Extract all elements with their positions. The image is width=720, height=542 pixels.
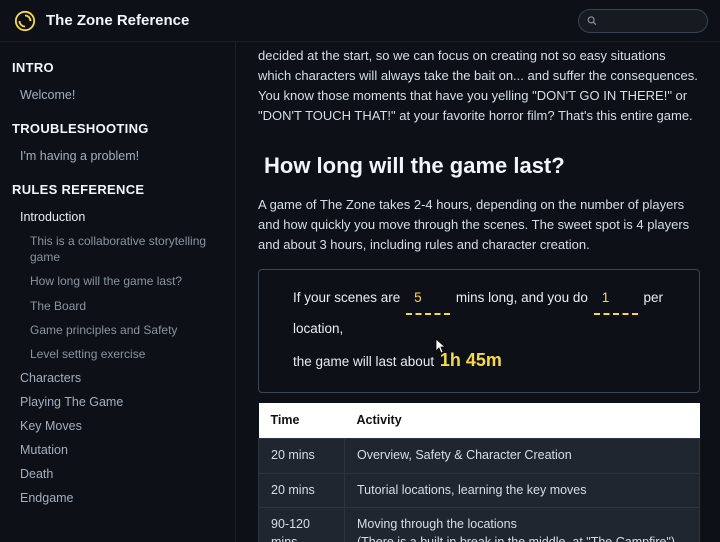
cell-time: 20 mins (259, 473, 345, 508)
time-table: Time Activity 20 mins Overview, Safety &… (258, 403, 700, 542)
sidebar-item-welcome[interactable]: Welcome! (10, 83, 225, 107)
calc-text-pre2: the game will last about (293, 354, 434, 369)
sidebar-sub-collab[interactable]: This is a collaborative storytelling gam… (10, 229, 225, 269)
cell-time: 20 mins (259, 439, 345, 474)
body-paragraph: A game of The Zone takes 2-4 hours, depe… (258, 195, 700, 255)
calc-text-mid1: mins long, and you do (456, 290, 588, 305)
sidebar-item-keymoves[interactable]: Key Moves (10, 414, 225, 438)
table-row: 20 mins Overview, Safety & Character Cre… (259, 439, 700, 474)
cell-time: 90-120 mins (259, 508, 345, 542)
sidebar-section-intro: INTRO (12, 60, 225, 75)
th-activity: Activity (345, 403, 700, 439)
sidebar-sub-howlong[interactable]: How long will the game last? (10, 269, 225, 293)
sidebar-sub-board[interactable]: The Board (10, 294, 225, 318)
sidebar-item-playing[interactable]: Playing The Game (10, 390, 225, 414)
sidebar-item-mutation[interactable]: Mutation (10, 438, 225, 462)
sidebar-item-introduction[interactable]: Introduction (10, 205, 225, 229)
sidebar-section-rules: RULES REFERENCE (12, 182, 225, 197)
main-content: decided at the start, so we can focus on… (236, 42, 720, 542)
calc-input-per-location[interactable]: 1 (594, 284, 638, 315)
sidebar-item-death[interactable]: Death (10, 462, 225, 486)
duration-calculator: If your scenes are 5 mins long, and you … (258, 269, 700, 393)
calc-input-scene-length[interactable]: 5 (406, 284, 450, 315)
sidebar-item-characters[interactable]: Characters (10, 366, 225, 390)
sidebar-sub-level[interactable]: Level setting exercise (10, 342, 225, 366)
search-icon (587, 15, 596, 26)
cell-activity: Overview, Safety & Character Creation (345, 439, 700, 474)
cell-activity: Tutorial locations, learning the key mov… (345, 473, 700, 508)
calc-result: 1h 45m (440, 350, 502, 370)
sidebar-section-troubleshooting: TROUBLESHOOTING (12, 121, 225, 136)
section-heading: How long will the game last? (264, 149, 700, 183)
sidebar: INTRO Welcome! TROUBLESHOOTING I'm havin… (0, 42, 236, 542)
sidebar-item-endgame[interactable]: Endgame (10, 486, 225, 510)
cell-activity: Moving through the locations (There is a… (345, 508, 700, 542)
sidebar-sub-safety[interactable]: Game principles and Safety (10, 318, 225, 342)
th-time: Time (259, 403, 345, 439)
header: The Zone Reference (0, 0, 720, 42)
calc-text-pre1: If your scenes are (293, 290, 400, 305)
sidebar-item-problem[interactable]: I'm having a problem! (10, 144, 225, 168)
search-input[interactable] (602, 15, 699, 27)
lead-paragraph: decided at the start, so we can focus on… (258, 46, 700, 127)
search-box[interactable] (578, 9, 708, 33)
table-row: 20 mins Tutorial locations, learning the… (259, 473, 700, 508)
site-title[interactable]: The Zone Reference (46, 12, 189, 29)
swirl-logo-icon (14, 10, 36, 32)
table-row: 90-120 mins Moving through the locations… (259, 508, 700, 542)
